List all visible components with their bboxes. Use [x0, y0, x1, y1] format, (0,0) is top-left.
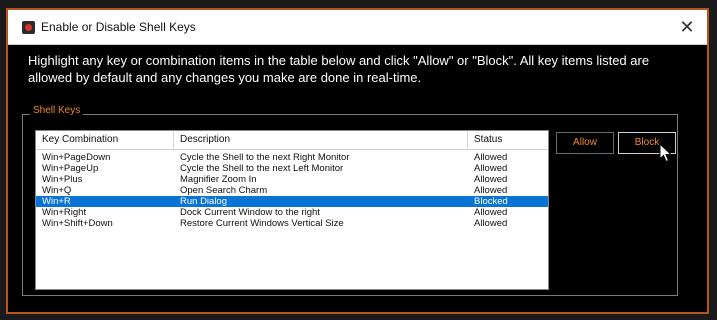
cell-status: Allowed [474, 152, 508, 163]
cell-status: Allowed [474, 218, 508, 229]
cell-description: Restore Current Windows Vertical Size [180, 218, 344, 229]
cell-key: Win+PageUp [42, 163, 99, 174]
table-row[interactable]: Win+Plus Magnifier Zoom In Allowed [36, 174, 548, 185]
app-icon [22, 21, 35, 34]
cell-description: Cycle the Shell to the next Left Monitor [180, 163, 344, 174]
table-row[interactable]: Win+Shift+Down Restore Current Windows Ve… [36, 218, 548, 229]
mouse-cursor-icon [659, 143, 673, 163]
cell-description: Run Dialog [180, 196, 227, 207]
cell-status: Blocked [474, 196, 508, 207]
instructions-text: Highlight any key or combination items i… [28, 53, 650, 85]
cell-key: Win+R [42, 196, 71, 207]
group-label: Shell Keys [30, 105, 84, 116]
cell-status: Allowed [474, 185, 508, 196]
cell-description: Dock Current Window to the right [180, 207, 320, 218]
cell-description: Cycle the Shell to the next Right Monito… [180, 152, 350, 163]
column-header-key[interactable]: Key Combination [36, 131, 174, 149]
table-row[interactable]: Win+Q Open Search Charm Allowed [36, 185, 548, 196]
cell-status: Allowed [474, 174, 508, 185]
allow-button[interactable]: Allow [556, 132, 614, 154]
column-header-description[interactable]: Description [174, 131, 468, 149]
table-header: Key Combination Description Status [36, 131, 548, 150]
table-row[interactable]: Win+PageDown Cycle the Shell to the next … [36, 152, 548, 163]
table-row[interactable]: Win+PageUp Cycle the Shell to the next Le… [36, 163, 548, 174]
column-header-status[interactable]: Status [468, 131, 548, 149]
window-title: Enable or Disable Shell Keys [41, 20, 196, 34]
cell-key: Win+Shift+Down [42, 218, 113, 229]
table-row[interactable]: Win+R Run Dialog Blocked [36, 196, 548, 207]
cell-status: Allowed [474, 163, 508, 174]
title-bar[interactable]: Enable or Disable Shell Keys ✕ [8, 10, 707, 45]
cell-key: Win+Q [42, 185, 72, 196]
table-row[interactable]: Win+Right Dock Current Window to the righ… [36, 207, 548, 218]
close-button[interactable]: ✕ [675, 15, 699, 39]
cell-key: Win+Right [42, 207, 87, 218]
shell-keys-table[interactable]: Key Combination Description Status Win+P… [35, 130, 549, 290]
cell-status: Allowed [474, 207, 508, 218]
cell-key: Win+Plus [42, 174, 83, 185]
cell-description: Magnifier Zoom In [180, 174, 257, 185]
cell-key: Win+PageDown [42, 152, 111, 163]
cell-description: Open Search Charm [180, 185, 268, 196]
table-body: Win+PageDown Cycle the Shell to the next … [36, 150, 548, 229]
